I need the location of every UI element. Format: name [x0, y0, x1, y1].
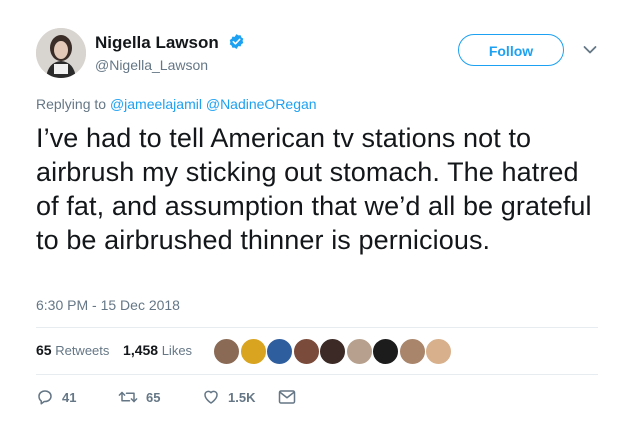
liker-avatar[interactable]: [239, 338, 267, 365]
liker-avatars: [213, 338, 473, 366]
reply-icon: [38, 390, 52, 405]
liker-avatar[interactable]: [345, 338, 373, 365]
envelope-icon: [278, 390, 296, 404]
like-button[interactable]: 1.5K: [202, 386, 255, 408]
divider: [36, 327, 598, 328]
liker-avatar[interactable]: [213, 338, 240, 365]
chevron-down-icon[interactable]: [583, 45, 597, 55]
retweet-button[interactable]: 65: [118, 386, 160, 408]
reply-count: 41: [62, 389, 77, 405]
mention-link[interactable]: @NadineORegan: [206, 96, 317, 112]
likes-label: Likes: [161, 343, 193, 358]
liker-avatar[interactable]: [372, 338, 399, 365]
reply-context-prefix: Replying to: [36, 96, 107, 112]
retweets-count: 65: [36, 342, 52, 358]
liker-avatar[interactable]: [292, 338, 320, 365]
liker-avatar[interactable]: [319, 338, 346, 365]
liker-avatar[interactable]: [425, 338, 452, 365]
tweet-text: I’ve had to tell American tv stations no…: [36, 123, 592, 255]
verified-badge-icon: [229, 34, 244, 49]
retweets-label: Retweets: [55, 343, 110, 358]
likes-count: 1,458: [123, 342, 159, 358]
retweet-count: 65: [146, 389, 161, 405]
tweet-stats: 65 Retweets 1,458 Likes: [36, 342, 202, 358]
message-button[interactable]: [278, 386, 304, 408]
heart-icon: [204, 390, 218, 404]
retweet-icon: [118, 391, 138, 403]
divider: [36, 374, 598, 375]
likes-stat[interactable]: 1,458 Likes: [123, 342, 193, 358]
author-display-name[interactable]: Nigella Lawson: [95, 33, 219, 53]
avatar[interactable]: [36, 28, 86, 78]
like-count: 1.5K: [228, 389, 256, 405]
avatar-photo: [36, 28, 86, 78]
reply-context: Replying to @jameelajamil @NadineORegan: [36, 96, 317, 112]
liker-avatar[interactable]: [266, 338, 293, 365]
author-handle[interactable]: @Nigella_Lawson: [95, 57, 208, 73]
retweets-stat[interactable]: 65 Retweets: [36, 342, 113, 358]
follow-button[interactable]: Follow: [458, 34, 564, 66]
mention-link[interactable]: @jameelajamil: [110, 96, 202, 112]
liker-avatar[interactable]: [398, 338, 426, 365]
tweet-actions: 41 65 1.5K: [36, 386, 336, 408]
tweet-timestamp[interactable]: 6:30 PM - 15 Dec 2018: [36, 297, 180, 313]
reply-button[interactable]: 41: [36, 386, 76, 408]
